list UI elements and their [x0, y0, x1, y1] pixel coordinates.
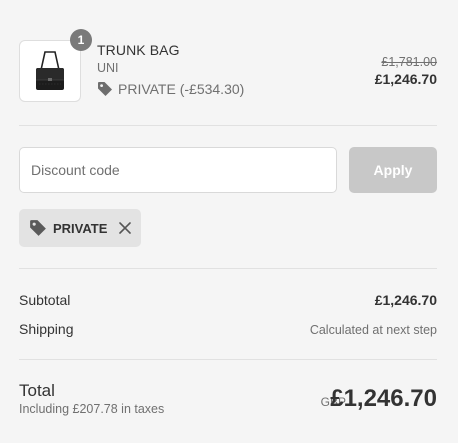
product-discount-label: PRIVATE (-£534.30) [118, 81, 245, 97]
divider [19, 359, 437, 360]
bag-icon [36, 51, 64, 90]
product-variant: UNI [97, 61, 119, 75]
sale-price: £1,246.70 [374, 71, 437, 87]
divider [19, 268, 437, 269]
apply-button[interactable]: Apply [349, 147, 437, 193]
close-icon [119, 222, 131, 234]
shipping-value: Calculated at next step [309, 323, 437, 337]
line-item: 1 TRUNK BAG UNI PRIVATE (-£534.30) £1,78… [19, 29, 437, 103]
shipping-row: Shipping Calculated at next step [19, 321, 437, 337]
divider [19, 125, 437, 126]
remove-discount-button[interactable] [119, 222, 131, 234]
original-price: £1,781.00 [381, 55, 437, 69]
subtotal-value: £1,246.70 [374, 292, 437, 308]
tax-note: Including £207.78 in taxes [19, 402, 165, 416]
total-label: Total [19, 381, 55, 400]
discount-code-input[interactable] [19, 147, 337, 193]
shipping-label: Shipping [19, 321, 74, 337]
applied-discount-code: PRIVATE [53, 220, 108, 236]
subtotal-label: Subtotal [19, 292, 71, 308]
tag-icon [30, 220, 46, 236]
applied-discount-tag: PRIVATE [19, 209, 141, 247]
quantity-badge: 1 [70, 29, 92, 51]
tag-icon [98, 82, 112, 96]
total-amount: £1,246.70 [330, 385, 437, 412]
subtotal-row: Subtotal £1,246.70 [19, 292, 437, 308]
product-name: TRUNK BAG [97, 42, 180, 58]
product-thumbnail [19, 40, 81, 102]
product-discount: PRIVATE (-£534.30) [97, 81, 244, 97]
